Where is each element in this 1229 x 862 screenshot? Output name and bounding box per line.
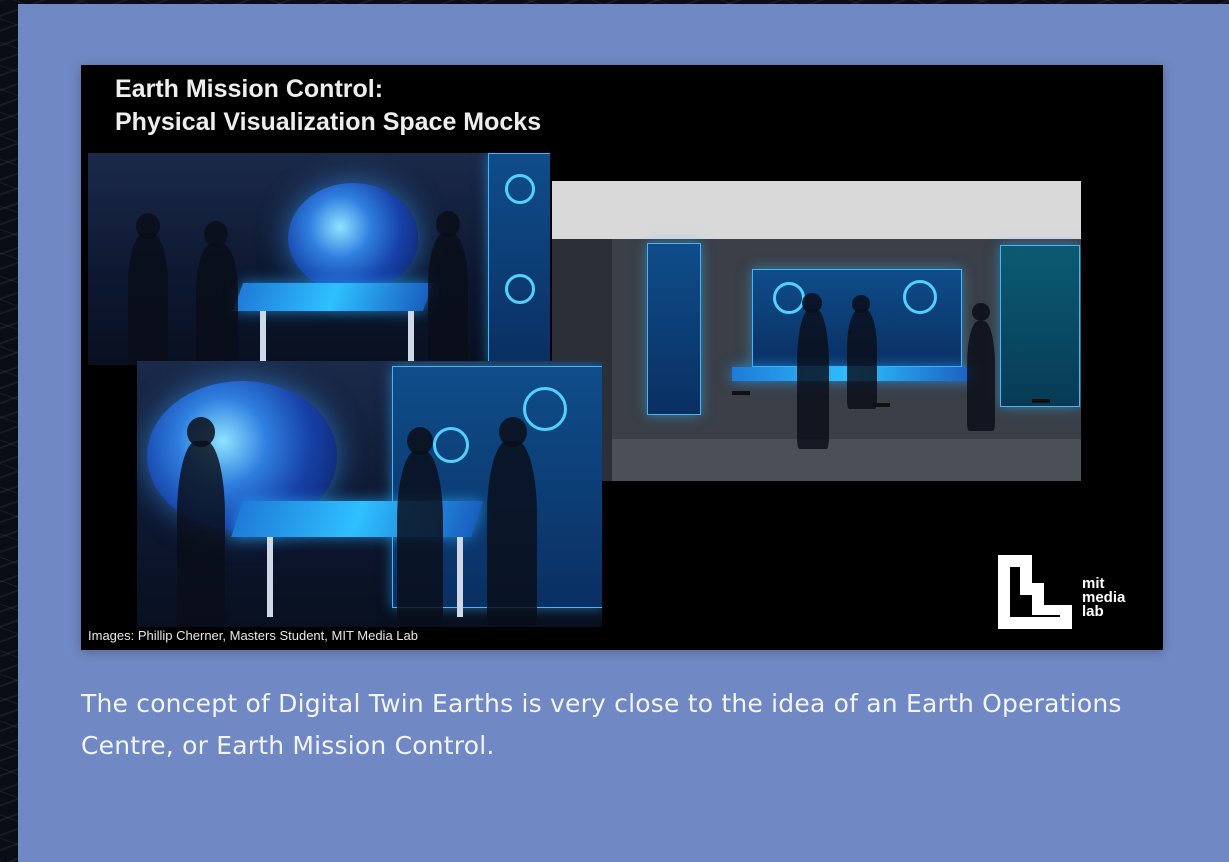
logo-wordmark: mit media lab [1082, 576, 1125, 620]
mock-render-room-view-2 [137, 361, 602, 627]
mit-media-lab-logo: mit media lab [996, 553, 1136, 633]
globe-wall-screen [647, 243, 701, 415]
interactive-table [232, 283, 434, 311]
dashboard-wall-screen [488, 153, 550, 365]
logo-word-lab: lab [1082, 603, 1104, 620]
interactive-table [231, 501, 483, 537]
image-caption: The concept of Digital Twin Earths is ve… [81, 689, 1122, 760]
mock-render-room-view-1 [88, 153, 550, 365]
image-credit: Images: Phillip Cherner, Masters Student… [88, 628, 418, 643]
slide-title-line-2: Physical Visualization Space Mocks [115, 108, 542, 136]
globe-projection [288, 183, 418, 293]
media-lab-logo-mark [998, 555, 1072, 629]
content-card: Earth Mission Control: Physical Visualiz… [18, 4, 1229, 862]
slide-title-line-1: Earth Mission Control: [115, 75, 384, 103]
mock-render-room-cutaway [552, 181, 1081, 481]
slide-title: Earth Mission Control: Physical Visualiz… [115, 73, 541, 139]
map-wall-screen [1000, 245, 1080, 407]
presentation-slide-image: Earth Mission Control: Physical Visualiz… [81, 65, 1163, 650]
